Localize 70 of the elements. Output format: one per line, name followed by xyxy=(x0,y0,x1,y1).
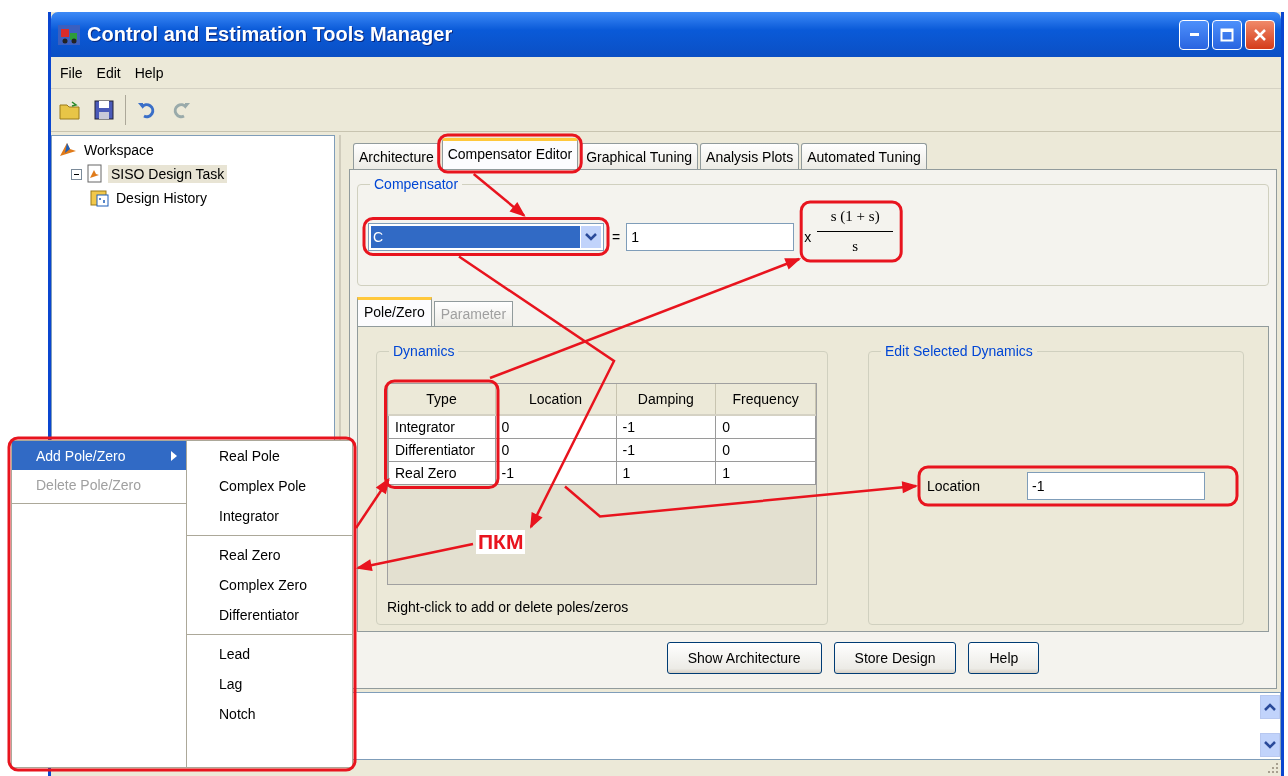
group-title: Compensator xyxy=(373,176,460,192)
tab: Parameter xyxy=(433,301,514,326)
table-cell[interactable]: Real Zero xyxy=(388,461,495,485)
group-title: Dynamics xyxy=(392,343,456,359)
menu-item[interactable]: Notch xyxy=(187,699,352,729)
table-cell[interactable]: Integrator xyxy=(388,415,495,439)
tree-item[interactable]: Workspace xyxy=(81,141,157,159)
tab[interactable]: Automated Tuning xyxy=(801,143,927,169)
annotation-arrow xyxy=(472,173,526,217)
table-cell[interactable]: Differentiator xyxy=(388,438,495,462)
annotation-arrow xyxy=(354,477,390,529)
push-button[interactable]: Store Design xyxy=(833,642,957,674)
maximize-icon xyxy=(1220,27,1234,42)
menu-item[interactable]: Complex Pole xyxy=(187,471,352,501)
folder-chart-icon xyxy=(90,188,110,208)
column-header[interactable]: Location xyxy=(495,384,616,415)
minimize-icon xyxy=(1189,33,1199,36)
equals-sign: = xyxy=(612,228,621,245)
folder-icon xyxy=(59,99,81,121)
column-header[interactable]: Damping xyxy=(616,384,716,415)
menu-item[interactable]: Edit xyxy=(91,62,126,83)
menu-item[interactable]: Integrator xyxy=(187,501,352,531)
submenu-arrow-icon xyxy=(170,449,178,462)
menu-item[interactable]: Add Pole/Zero xyxy=(12,441,186,470)
table-cell[interactable]: -1 xyxy=(616,415,716,439)
tab[interactable]: Analysis Plots xyxy=(700,143,800,169)
denominator: s xyxy=(852,238,859,255)
numerator: s (1 + s) xyxy=(830,208,880,225)
tab[interactable]: Compensator Editor xyxy=(441,138,579,169)
document-icon xyxy=(85,164,105,184)
hint-text: Right-click to add or delete poles/zeros xyxy=(387,599,630,615)
gain-field[interactable]: 1 xyxy=(626,222,795,251)
compensator-dropdown[interactable]: C xyxy=(368,222,604,251)
menu-item[interactable]: Differentiator xyxy=(187,600,352,630)
menu-item[interactable]: File xyxy=(55,62,88,83)
scroll-down-button[interactable] xyxy=(1260,733,1280,757)
chevron-up-icon xyxy=(1264,702,1276,712)
chevron-down-icon xyxy=(1264,740,1276,750)
tree-item[interactable]: SISO Design Task xyxy=(108,165,228,183)
app-icon xyxy=(57,23,81,46)
floppy-disk-button[interactable] xyxy=(91,97,117,123)
minimize-button[interactable] xyxy=(1179,19,1209,50)
push-button[interactable]: Show Architecture xyxy=(666,642,822,674)
menu-item[interactable]: Real Pole xyxy=(187,441,352,471)
close-button[interactable] xyxy=(1245,19,1275,50)
field-label: Location xyxy=(927,478,981,494)
table-cell[interactable]: 0 xyxy=(715,415,816,439)
scroll-up-button[interactable] xyxy=(1260,695,1280,719)
column-header[interactable]: Type xyxy=(388,384,495,415)
menu-item[interactable]: Lag xyxy=(187,669,352,699)
menu-item[interactable]: Lead xyxy=(187,639,352,669)
menu-item[interactable]: Real Zero xyxy=(187,540,352,570)
menu-item: Delete Pole/Zero xyxy=(35,475,143,495)
window-title: Control and Estimation Tools Manager xyxy=(87,23,453,46)
collapse-icon[interactable] xyxy=(71,168,82,180)
annotation-label: ПКМ xyxy=(476,530,526,554)
maximize-button[interactable] xyxy=(1212,19,1242,50)
multiply-sign: x xyxy=(804,228,812,245)
tab[interactable]: Graphical Tuning xyxy=(580,143,699,169)
tree-item[interactable]: Design History xyxy=(113,189,211,207)
push-button[interactable]: Help xyxy=(968,642,1040,674)
group-title: Edit Selected Dynamics xyxy=(884,343,1034,359)
close-icon xyxy=(1253,27,1267,42)
resize-grip-icon xyxy=(1267,762,1279,774)
tab[interactable]: Architecture xyxy=(353,143,440,169)
column-header[interactable]: Frequency xyxy=(715,384,816,415)
location-field[interactable]: -1 xyxy=(1027,472,1205,500)
menu-item[interactable]: Help xyxy=(129,62,169,83)
menu-item[interactable]: Complex Zero xyxy=(187,570,352,600)
tab[interactable]: Pole/Zero xyxy=(357,297,432,326)
